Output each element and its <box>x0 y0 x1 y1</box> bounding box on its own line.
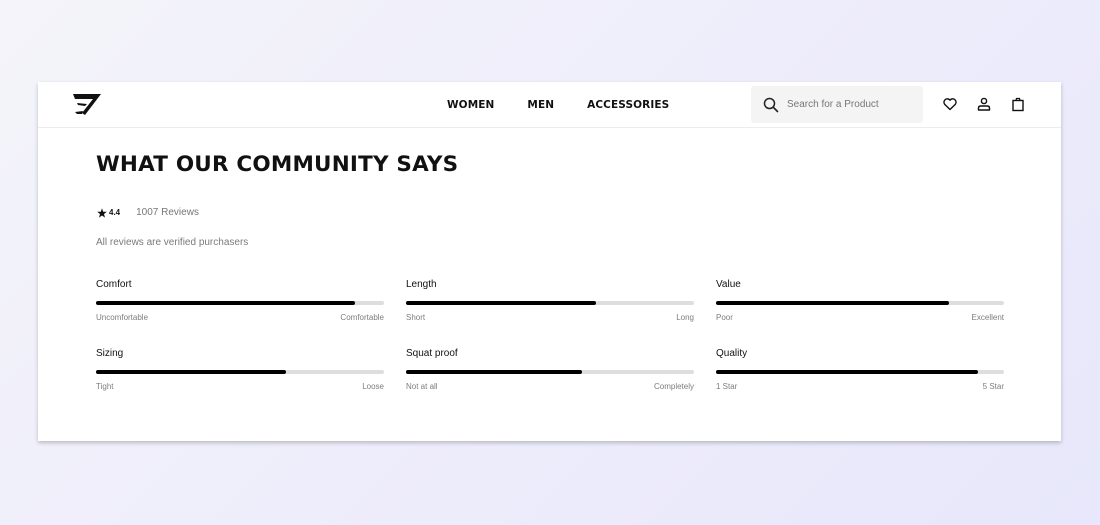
heart-icon[interactable] <box>942 96 958 112</box>
star-icon <box>97 207 107 218</box>
metric-fill <box>406 370 582 374</box>
metric-label: Value <box>716 279 741 290</box>
metric-fill <box>96 370 287 374</box>
metric-label: Length <box>406 279 437 290</box>
metric-value: Value Poor Excellent <box>716 279 1004 322</box>
metric-sizing: Sizing Tight Loose <box>96 348 384 391</box>
metric-max-label: Completely <box>653 382 694 391</box>
metric-length: Length Short Long <box>406 279 694 322</box>
section-title: WHAT OUR COMMUNITY SAYS <box>96 152 459 177</box>
metric-track <box>96 370 384 374</box>
search-icon <box>763 97 779 112</box>
metric-min-label: 1 Star <box>716 382 738 391</box>
metric-label: Comfort <box>96 279 132 290</box>
metric-track <box>406 301 694 305</box>
verified-note: All reviews are verified purchasers <box>96 237 249 248</box>
metric-comfort: Comfort Uncomfortable Comfortable <box>96 279 384 322</box>
metric-min-label: Tight <box>96 382 114 391</box>
metric-label: Quality <box>716 348 748 359</box>
search-box[interactable] <box>751 86 923 123</box>
metric-min-label: Not at all <box>406 382 438 391</box>
metric-fill <box>96 301 356 305</box>
metric-track <box>716 301 1004 305</box>
metric-squat-proof: Squat proof Not at all Completely <box>406 348 694 391</box>
bag-icon[interactable] <box>1010 96 1026 112</box>
metric-max-label: Long <box>676 313 694 322</box>
search-input[interactable] <box>787 99 917 110</box>
metric-fill <box>716 301 950 305</box>
gymshark-logo-icon[interactable] <box>71 91 103 117</box>
metric-min-label: Poor <box>716 313 733 322</box>
metric-label: Squat proof <box>406 348 458 359</box>
rating-summary: 4.4 1007 Reviews <box>97 207 199 218</box>
metric-track <box>96 301 384 305</box>
nav-accessories[interactable]: ACCESSORIES <box>587 99 669 111</box>
metric-track <box>406 370 694 374</box>
metric-fill <box>406 301 597 305</box>
metric-track <box>716 370 1004 374</box>
metric-min-label: Uncomfortable <box>96 313 149 322</box>
nav-men[interactable]: MEN <box>527 99 554 111</box>
metric-max-label: Comfortable <box>340 313 384 322</box>
main-nav: WOMEN MEN ACCESSORIES <box>447 82 669 128</box>
metric-min-label: Short <box>406 313 426 322</box>
reviews-count[interactable]: 1007 Reviews <box>136 207 199 218</box>
metric-max-label: Excellent <box>971 313 1004 322</box>
metric-fill <box>716 370 979 374</box>
nav-women[interactable]: WOMEN <box>447 99 494 111</box>
metric-label: Sizing <box>96 348 124 359</box>
metric-max-label: 5 Star <box>982 382 1004 391</box>
metric-max-label: Loose <box>362 382 384 391</box>
reviews-card: WOMEN MEN ACCESSORIES WHAT OUR COMMUNITY… <box>38 82 1061 441</box>
metric-quality: Quality 1 Star 5 Star <box>716 348 1004 391</box>
site-header: WOMEN MEN ACCESSORIES <box>38 82 1061 128</box>
account-icon[interactable] <box>976 96 992 112</box>
rating-value: 4.4 <box>109 208 121 217</box>
